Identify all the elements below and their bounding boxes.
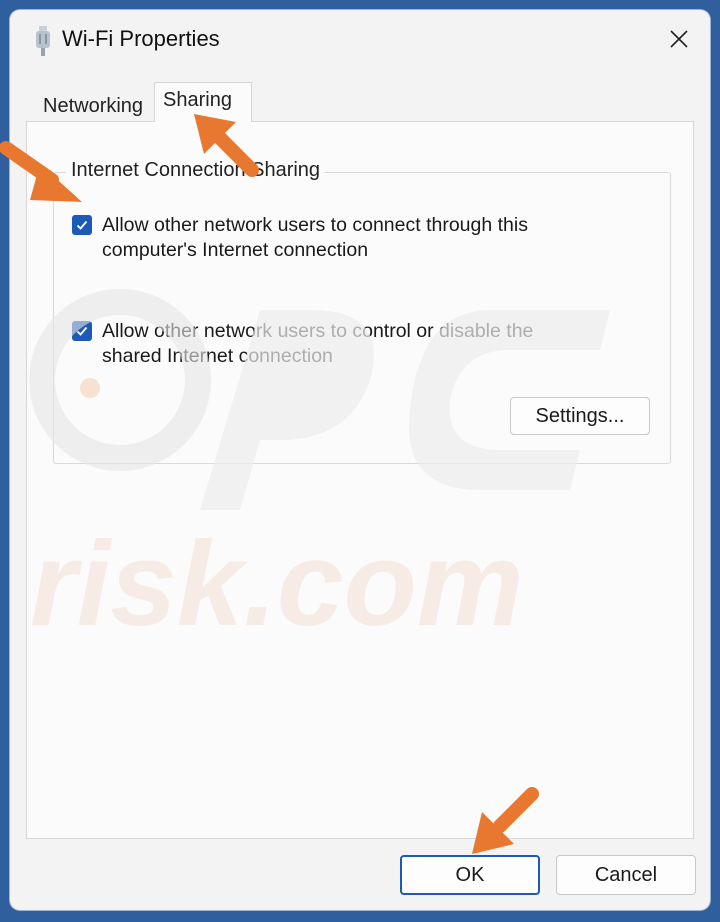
allow-control-label-line1: Allow other network users to control or …: [102, 320, 534, 342]
wifi-adapter-icon: [36, 26, 50, 56]
close-button[interactable]: [654, 16, 704, 62]
allow-control-option: Allow other network users to control or …: [72, 319, 652, 369]
allow-control-checkbox[interactable]: [72, 321, 92, 341]
allow-connect-option: Allow other network users to connect thr…: [72, 213, 652, 263]
close-icon: [670, 30, 688, 48]
checkmark-icon: [76, 326, 88, 336]
checkmark-icon: [76, 220, 88, 230]
allow-connect-label-line1: Allow other network users to connect thr…: [102, 214, 528, 236]
tab-networking[interactable]: Networking: [34, 90, 156, 120]
allow-connect-checkbox[interactable]: [72, 215, 92, 235]
allow-control-label-line2: shared Internet connection: [102, 345, 333, 367]
window-title: Wi-Fi Properties: [62, 26, 220, 51]
allow-connect-label[interactable]: Allow other network users to connect thr…: [102, 213, 528, 263]
allow-control-label[interactable]: Allow other network users to control or …: [102, 319, 533, 369]
sharing-tab-panel: Internet Connection Sharing Allow other …: [26, 121, 694, 839]
internet-connection-sharing-group: Internet Connection Sharing Allow other …: [53, 159, 671, 464]
tab-sharing[interactable]: Sharing: [154, 82, 252, 122]
allow-connect-label-line2: computer's Internet connection: [102, 239, 369, 261]
ok-button[interactable]: OK: [400, 855, 540, 895]
group-title: Internet Connection Sharing: [66, 159, 326, 182]
title-bar: Wi-Fi Properties: [10, 10, 710, 70]
cancel-button[interactable]: Cancel: [556, 855, 696, 895]
settings-button[interactable]: Settings...: [510, 397, 650, 435]
wifi-properties-dialog: risk.com Wi-Fi Properties Networking Sha…: [10, 10, 710, 910]
